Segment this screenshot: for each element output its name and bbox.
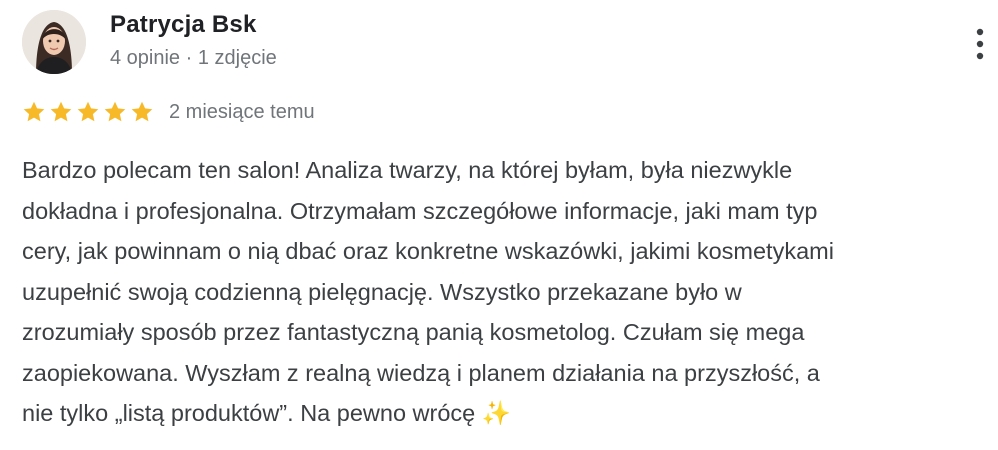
review-text-line: dokładna i profesjonalna. Otrzymałam szc… bbox=[22, 197, 818, 224]
review-card: Patrycja Bsk 4 opinie · 1 zdjęcie 2 mies… bbox=[0, 0, 998, 450]
avatar[interactable] bbox=[22, 10, 86, 74]
rating-row: 2 miesiące temu bbox=[22, 97, 315, 127]
star-icon bbox=[77, 101, 99, 122]
star-icon bbox=[104, 101, 126, 122]
review-text: Bardzo polecam ten salon! Analiza twarzy… bbox=[22, 150, 996, 434]
author-meta[interactable]: 4 opinie · 1 zdjęcie bbox=[110, 47, 277, 70]
review-text-line: zaopiekowana. Wyszłam z realną wiedzą i … bbox=[22, 359, 820, 386]
review-date: 2 miesiące temu bbox=[169, 100, 315, 123]
author-name[interactable]: Patrycja Bsk bbox=[110, 11, 257, 39]
star-rating bbox=[22, 100, 157, 124]
star-icon bbox=[131, 101, 153, 122]
star-icon bbox=[23, 101, 45, 122]
star-icon bbox=[50, 101, 72, 122]
more-vert-icon bbox=[976, 28, 984, 60]
review-text-line: Bardzo polecam ten salon! Analiza twarzy… bbox=[22, 157, 793, 183]
more-options-button[interactable] bbox=[966, 22, 994, 66]
review-text-line: uzupełnić swoją codzienną pielęgnację. W… bbox=[22, 278, 742, 305]
profile-photo-icon bbox=[22, 10, 86, 74]
review-text-line: cery, jak powinnam o nią dbać oraz konkr… bbox=[22, 238, 834, 264]
review-text-line: zrozumiały sposób przez fantastyczną pan… bbox=[22, 319, 805, 345]
review-text-line: nie tylko „listą produktów”. Na pewno wr… bbox=[22, 400, 512, 426]
